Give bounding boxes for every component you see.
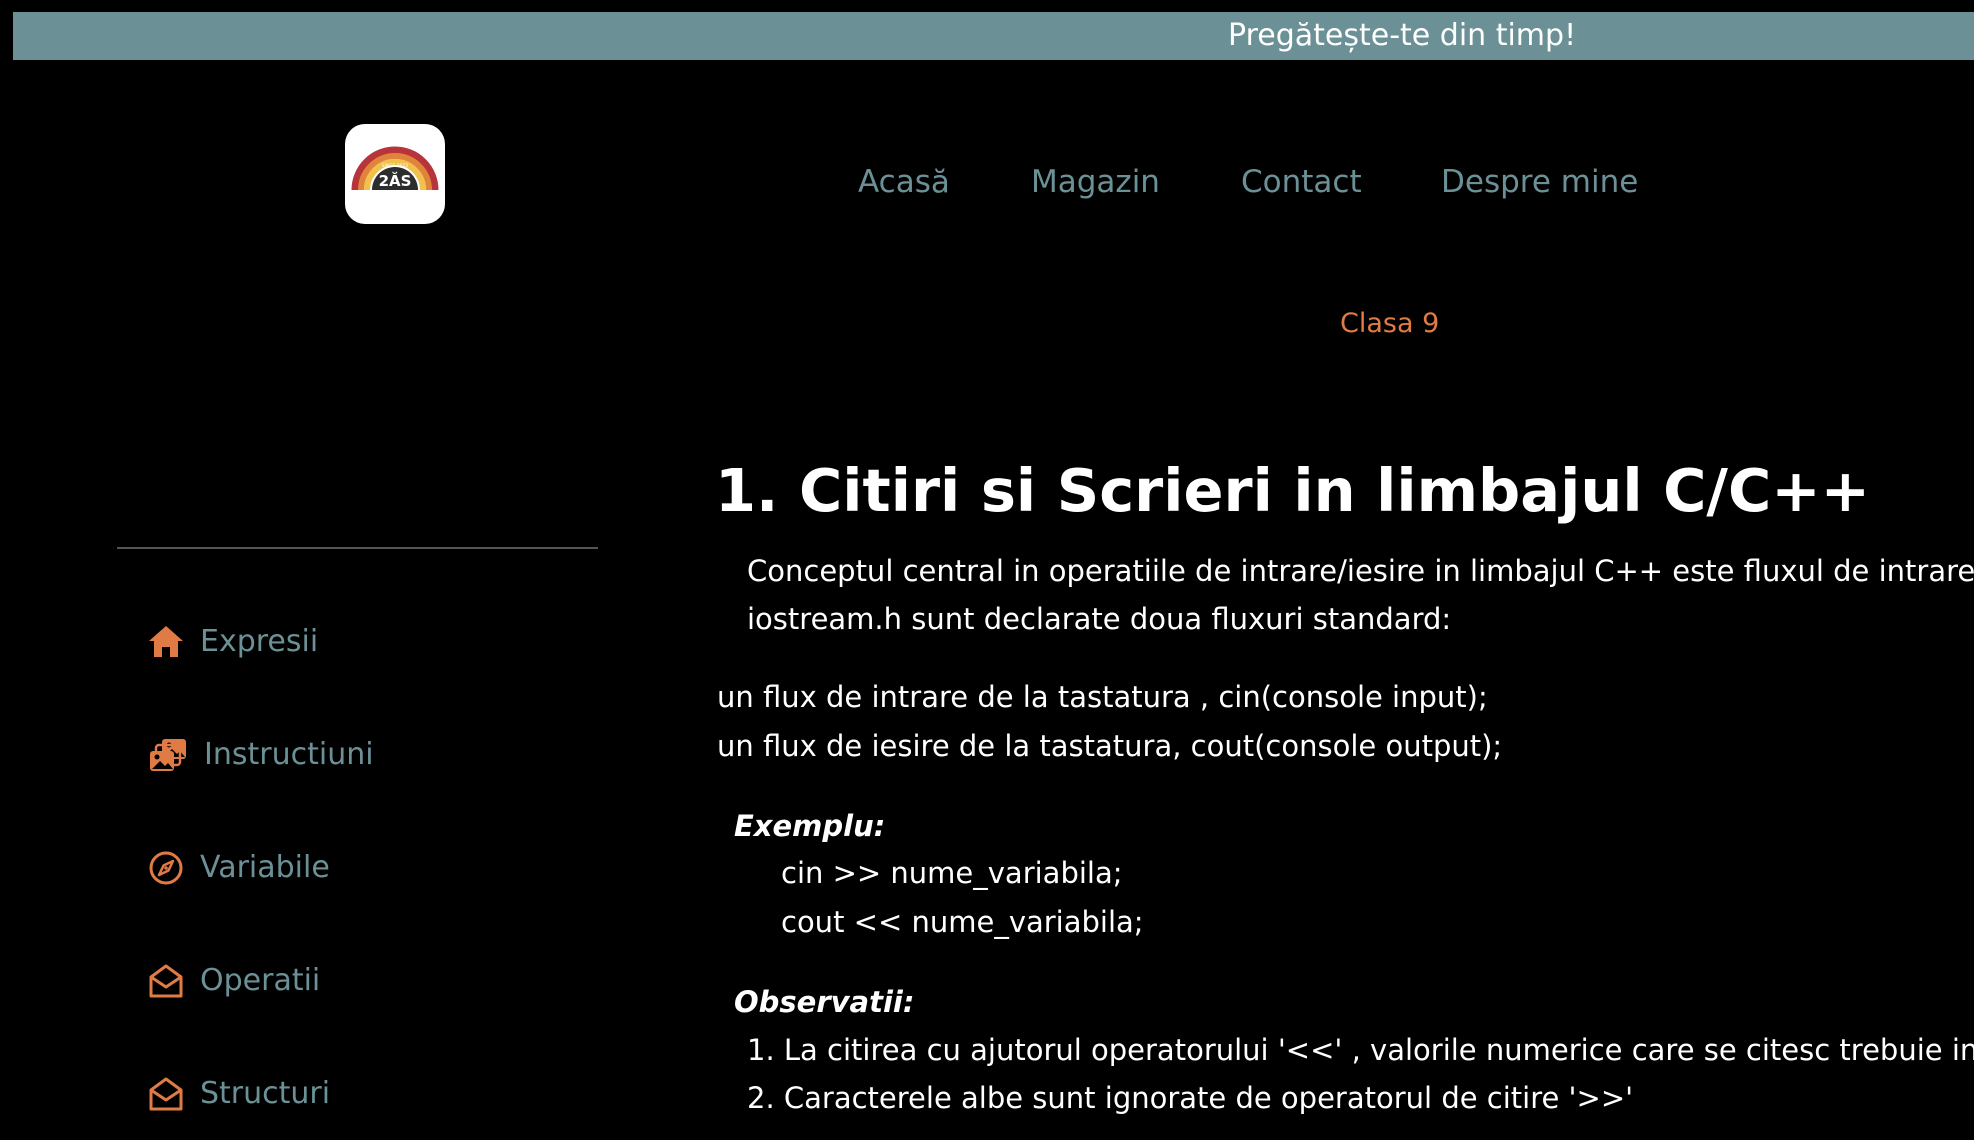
example-code-line-1: cin >> nume_variabila; [781, 856, 1123, 890]
example-code-line-2: cout << nume_variabila; [781, 905, 1144, 939]
nav-item-despre-mine[interactable]: Despre mine [1441, 160, 1638, 204]
page: Pregătește-te din timp! SINCE 2022 2ĂS A… [0, 0, 1974, 1140]
note-2: 2. Caracterele albe sunt ignorate de ope… [747, 1081, 1634, 1115]
sidebar-item-label: Operatii [200, 963, 321, 998]
notes-heading: Observatii: [734, 985, 915, 1019]
sidebar-item-structuri[interactable]: Structuri [146, 1072, 330, 1116]
nav-item-acasa[interactable]: Acasă [858, 160, 950, 204]
sidebar-item-operatii[interactable]: Operatii [146, 959, 320, 1003]
subnav-clasa-9[interactable]: Clasa 9 [1340, 304, 1439, 344]
sidebar-item-variabile[interactable]: Variabile [146, 846, 330, 890]
flux-line-2: un flux de iesire de la tastatura, cout(… [717, 729, 1503, 763]
sidebar-item-label: Instructiuni [204, 737, 374, 772]
envelope-open-icon [149, 1077, 183, 1111]
photos-icon [150, 739, 186, 771]
main-nav: Acasă Magazin Contact Despre mine [0, 160, 1974, 204]
article-title: 1. Citiri si Scrieri in limbajul C/C++ [715, 456, 1871, 525]
sidebar-item-label: Structuri [200, 1076, 331, 1111]
sidebar-item-label: Expresii [200, 624, 319, 659]
sidebar-item-expresii[interactable]: Expresii [146, 620, 318, 664]
nav-item-contact[interactable]: Contact [1241, 160, 1362, 204]
intro-line-1: Conceptul central in operatiile de intra… [747, 554, 1974, 588]
sidebar-divider [117, 547, 598, 549]
announcement-bar: Pregătește-te din timp! [13, 12, 1974, 60]
example-heading: Exemplu: [734, 809, 886, 843]
envelope-open-icon [149, 964, 183, 998]
sidebar-item-instructiuni[interactable]: Instructiuni [146, 733, 374, 777]
intro-line-2: iostream.h sunt declarate doua fluxuri s… [747, 602, 1452, 636]
flux-line-1: un flux de intrare de la tastatura , cin… [717, 680, 1488, 714]
nav-item-magazin[interactable]: Magazin [1031, 160, 1160, 204]
sidebar-item-label: Variabile [200, 850, 330, 885]
article-content: 1. Citiri si Scrieri in limbajul C/C++ C… [715, 450, 1974, 1140]
compass-icon [149, 851, 183, 885]
note-1: 1. La citirea cu ajutorul operatorului '… [747, 1033, 1974, 1067]
announcement-text: Pregătește-te din timp! [1228, 18, 1577, 53]
home-icon [149, 626, 183, 657]
